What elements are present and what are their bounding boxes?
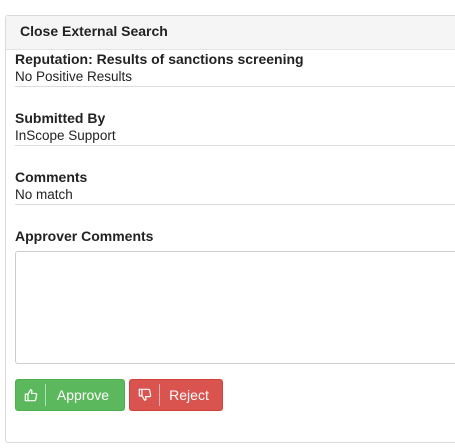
field-label: Comments (15, 169, 88, 185)
field-value: No Positive Results (15, 69, 133, 84)
field-submitted-by: Submitted By InScope Support (15, 110, 455, 146)
field-reputation: Reputation: Results of sanctions screeni… (15, 51, 455, 87)
thumbs-up-icon (16, 384, 46, 406)
field-label: Submitted By (15, 110, 106, 126)
approver-comments-label: Approver Comments (15, 228, 154, 244)
reject-label: Reject (169, 387, 209, 403)
approve-button[interactable]: Approve (15, 379, 125, 411)
field-value: No match (15, 187, 73, 202)
divider (15, 204, 455, 205)
field-comments: Comments No match (15, 169, 455, 205)
reject-button[interactable]: Reject (129, 379, 223, 411)
field-value: InScope Support (15, 128, 116, 143)
divider (15, 86, 455, 87)
field-label: Reputation: Results of sanctions screeni… (15, 51, 304, 67)
approve-label: Approve (56, 387, 110, 403)
thumbs-down-icon (130, 384, 160, 406)
panel-title: Close External Search (6, 16, 455, 50)
approver-comments-input[interactable] (15, 251, 455, 364)
divider (15, 145, 455, 146)
